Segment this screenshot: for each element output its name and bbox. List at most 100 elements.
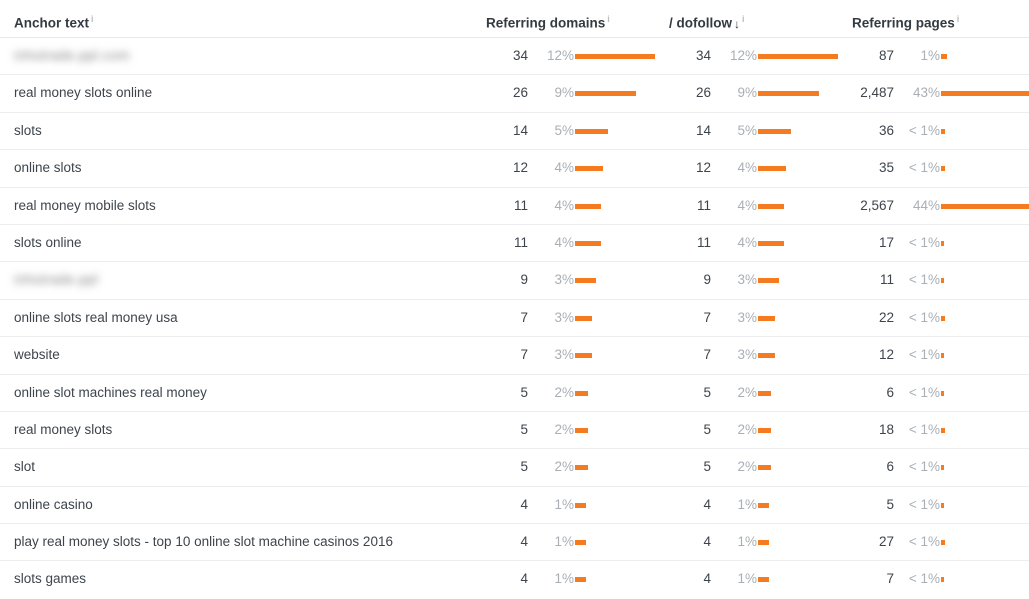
referring-pages-bar-track <box>941 465 1029 471</box>
referring-domains-bar <box>575 353 592 359</box>
referring-pages-percent: < 1% <box>908 459 940 475</box>
referring-domains-bar-track <box>575 353 665 359</box>
dofollow-count: 5 <box>703 421 711 437</box>
anchor-text-redacted[interactable]: inhotrade.ppl <box>14 262 110 298</box>
referring-pages-bar-track <box>941 390 1029 396</box>
referring-domains-bar-track <box>575 540 665 546</box>
referring-domains-percent: 4% <box>554 160 574 176</box>
anchor-text-cell[interactable]: slots online <box>14 225 82 261</box>
referring-pages-bar <box>941 128 945 134</box>
referring-pages-count: 35 <box>878 160 894 176</box>
dofollow-count: 5 <box>703 384 711 400</box>
anchor-text-cell[interactable]: online slots <box>14 150 82 186</box>
dofollow-count: 4 <box>703 534 711 550</box>
referring-domains-bar-track <box>575 203 665 209</box>
anchor-text-cell[interactable]: play real money slots - top 10 online sl… <box>14 524 393 560</box>
anchor-text-cell[interactable]: real money mobile slots <box>14 188 156 224</box>
anchor-text-cell[interactable]: slots games <box>14 561 86 597</box>
table-row[interactable]: online casino 4 1% 4 1% 5 < 1% <box>0 487 1029 525</box>
referring-domains-percent: 9% <box>554 85 574 101</box>
dofollow-bar-track <box>758 278 848 284</box>
column-header-referring-domains[interactable]: Referring domains i <box>486 11 610 32</box>
dofollow-percent: 5% <box>737 122 757 138</box>
column-header-dofollow[interactable]: / dofollow ↓ i <box>669 11 745 32</box>
referring-pages-bar <box>941 540 945 546</box>
referring-domains-bar <box>575 54 655 59</box>
referring-domains-percent: 12% <box>546 48 574 63</box>
table-row[interactable]: slot 5 2% 5 2% 6 < 1% <box>0 449 1029 487</box>
table-row[interactable]: website 7 3% 7 3% 12 < 1% <box>0 337 1029 375</box>
dofollow-count: 7 <box>703 347 711 363</box>
referring-pages-bar-track <box>941 278 1029 284</box>
table-row[interactable]: real money slots online 26 9% 26 9% 2,487 43% <box>0 75 1029 113</box>
referring-pages-count: 7 <box>886 571 894 587</box>
dofollow-count: 5 <box>703 459 711 475</box>
table-row[interactable]: online slots 12 4% 12 4% 35 < 1% <box>0 150 1029 188</box>
dofollow-count: 14 <box>695 122 711 138</box>
referring-domains-count: 5 <box>520 459 528 475</box>
info-icon[interactable]: i <box>957 14 960 24</box>
referring-pages-bar-track <box>941 315 1029 321</box>
referring-domains-bar <box>575 390 588 396</box>
dofollow-bar <box>758 353 775 359</box>
anchor-text-cell[interactable]: real money slots <box>14 412 112 448</box>
referring-pages-bar <box>941 54 947 59</box>
referring-pages-count: 6 <box>886 459 894 475</box>
anchor-text-cell[interactable]: online slots real money usa <box>14 300 178 336</box>
referring-pages-bar <box>941 465 944 471</box>
dofollow-bar <box>758 54 838 59</box>
referring-pages-count: 36 <box>878 122 894 138</box>
dofollow-bar <box>758 465 771 471</box>
referring-pages-bar-track <box>941 353 1029 359</box>
column-header-anchor-text-label: Anchor text <box>14 15 90 31</box>
dofollow-bar-track <box>758 465 848 471</box>
info-icon[interactable]: i <box>742 14 745 24</box>
table-row[interactable]: slots games 4 1% 4 1% 7 < 1% <box>0 561 1029 598</box>
referring-pages-count: 87 <box>878 48 894 63</box>
table-row[interactable]: inhotrade.ppl 9 3% 9 3% 11 < 1% <box>0 262 1029 300</box>
sort-descending-icon[interactable]: ↓ <box>734 17 740 31</box>
referring-domains-count: 7 <box>520 347 528 363</box>
referring-domains-percent: 4% <box>554 197 574 213</box>
dofollow-bar-track <box>758 427 848 433</box>
anchor-text-cell[interactable]: website <box>14 337 60 373</box>
referring-pages-percent: < 1% <box>908 571 940 587</box>
referring-pages-percent: < 1% <box>908 347 940 363</box>
referring-domains-bar <box>575 278 596 284</box>
dofollow-bar-track <box>758 128 848 134</box>
column-header-anchor-text[interactable]: Anchor text i <box>14 11 94 32</box>
referring-pages-count: 12 <box>878 347 894 363</box>
referring-domains-percent: 1% <box>554 534 574 550</box>
table-row[interactable]: online slot machines real money 5 2% 5 2% 6 < … <box>0 375 1029 412</box>
referring-pages-count: 11 <box>879 272 894 288</box>
table-body: inhotrade.ppl.com 34 12% 34 12% 87 1% real mone… <box>0 38 1029 599</box>
column-header-referring-pages[interactable]: Referring pages i <box>852 11 959 32</box>
referring-domains-count: 11 <box>513 234 528 250</box>
dofollow-percent: 4% <box>737 234 757 250</box>
referring-domains-count: 4 <box>520 534 528 550</box>
table-row[interactable]: slots 14 5% 14 5% 36 < 1% <box>0 113 1029 151</box>
referring-domains-bar-track <box>575 166 665 172</box>
table-row[interactable]: online slots real money usa 7 3% 7 3% 22 < 1% <box>0 300 1029 338</box>
referring-domains-count: 9 <box>520 272 528 288</box>
table-row[interactable]: real money slots 5 2% 5 2% 18 < 1% <box>0 412 1029 450</box>
table-row[interactable]: play real money slots - top 10 online sl… <box>0 524 1029 562</box>
dofollow-count: 4 <box>703 571 711 587</box>
table-row[interactable]: inhotrade.ppl.com 34 12% 34 12% 87 1% <box>0 38 1029 76</box>
anchor-text-cell[interactable]: online slot machines real money <box>14 375 207 411</box>
table-row[interactable]: slots online 11 4% 11 4% 17 < 1% <box>0 225 1029 263</box>
referring-pages-bar <box>941 203 1029 209</box>
info-icon[interactable]: i <box>91 14 94 24</box>
dofollow-bar <box>758 166 786 172</box>
referring-pages-percent: 44% <box>912 197 940 213</box>
anchor-text-cell[interactable]: real money slots online <box>14 75 152 111</box>
anchor-text-cell[interactable]: slots <box>14 113 42 149</box>
table-row[interactable]: real money mobile slots 11 4% 11 4% 2,567 44% <box>0 188 1029 225</box>
anchor-text-cell[interactable]: slot <box>14 449 35 485</box>
referring-domains-bar-track <box>575 427 665 433</box>
anchor-text-cell[interactable]: online casino <box>14 487 93 523</box>
referring-pages-bar-track <box>941 166 1029 172</box>
info-icon[interactable]: i <box>607 14 610 24</box>
anchor-text-redacted[interactable]: inhotrade.ppl.com <box>14 38 145 74</box>
referring-domains-count: 4 <box>520 496 528 512</box>
